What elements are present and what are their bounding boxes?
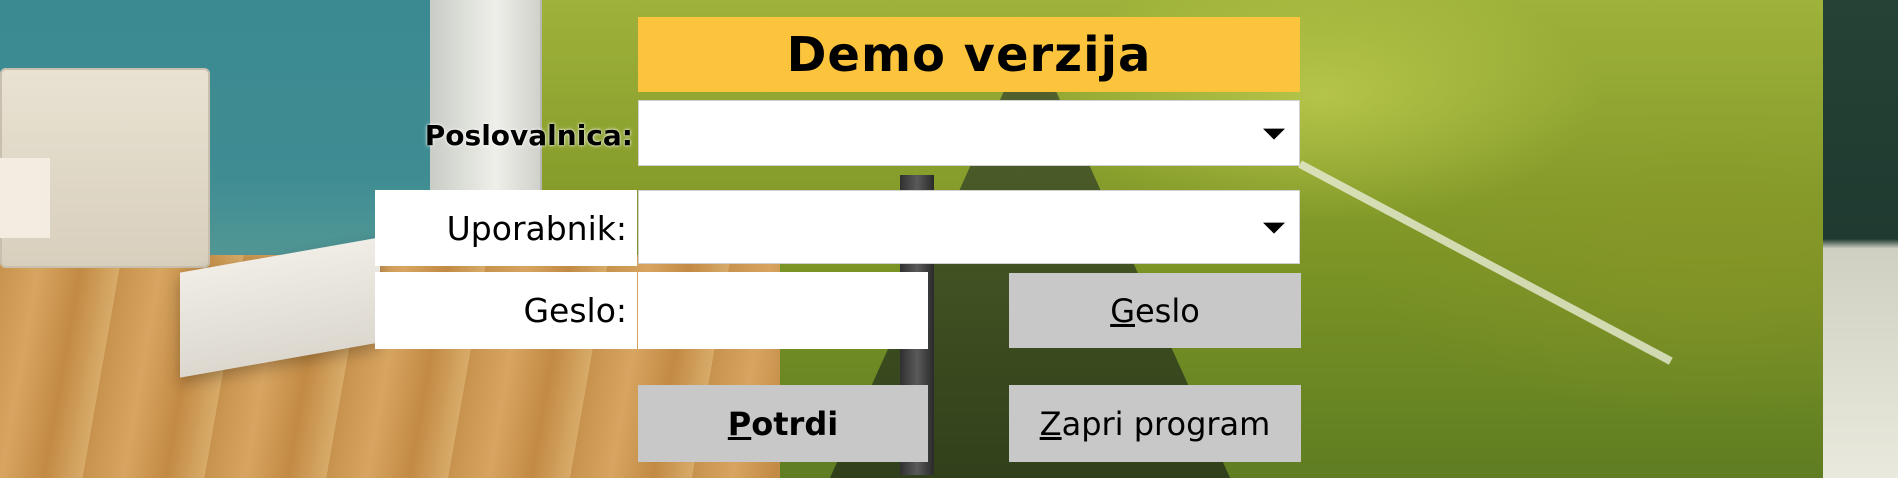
background-right-panel — [1823, 0, 1898, 478]
title-bar: Demo verzija — [638, 17, 1300, 92]
password-button[interactable]: Geslo — [1009, 273, 1301, 348]
background-sofa — [0, 68, 210, 268]
branch-dropdown[interactable] — [638, 100, 1300, 166]
user-dropdown[interactable] — [638, 190, 1300, 264]
password-label: Geslo: — [375, 272, 637, 349]
close-program-button-label: apri program — [1061, 404, 1271, 443]
close-program-button-mnemonic: Z — [1039, 404, 1062, 443]
login-screen: Demo verzija Poslovalnica: Uporabnik: Ge… — [0, 0, 1898, 478]
password-button-mnemonic: G — [1110, 291, 1135, 330]
chevron-down-icon[interactable] — [1263, 128, 1285, 140]
branch-dropdown-value — [647, 101, 1239, 165]
user-dropdown-value — [647, 191, 1239, 263]
password-button-label: eslo — [1134, 291, 1200, 330]
confirm-button-label: otrdi — [751, 404, 839, 443]
branch-label: Poslovalnica: — [424, 118, 633, 152]
password-field[interactable] — [638, 272, 928, 349]
confirm-button-mnemonic: P — [727, 404, 752, 443]
page-title: Demo verzija — [786, 26, 1152, 83]
close-program-button[interactable]: Zapri program — [1009, 385, 1301, 462]
chevron-down-icon[interactable] — [1263, 222, 1285, 234]
user-label: Uporabnik: — [375, 190, 637, 266]
confirm-button[interactable]: Potrdi — [638, 385, 928, 462]
